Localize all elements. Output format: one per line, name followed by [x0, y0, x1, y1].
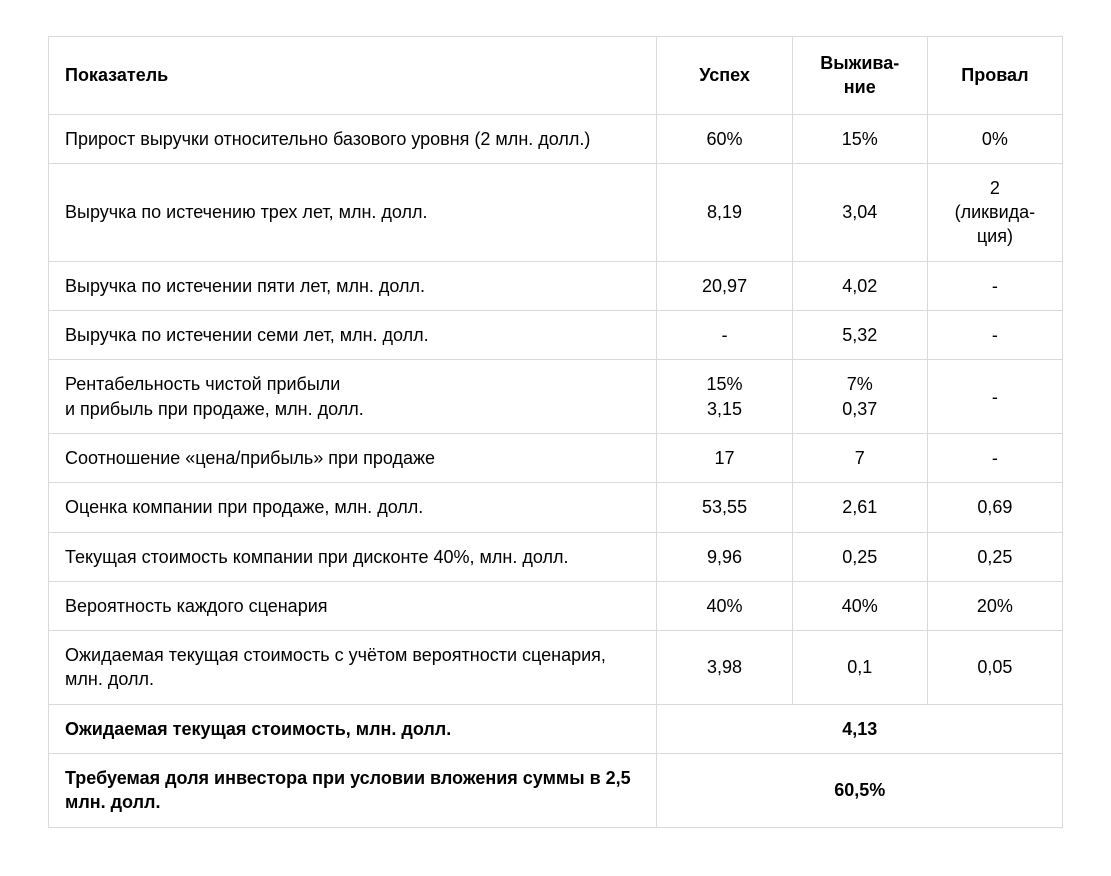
- cell-survival: 7: [792, 433, 927, 482]
- cell-success: 20,97: [657, 261, 792, 310]
- summary-label: Ожидаемая текущая стоимость, млн. долл.: [49, 704, 657, 753]
- cell-success: 60%: [657, 114, 792, 163]
- cell-failure: 2 (ликвида- ция): [927, 163, 1062, 261]
- cell-failure: 0,69: [927, 483, 1062, 532]
- row-label: Прирост выручки относительно базового ур…: [49, 114, 657, 163]
- table-row: Выручка по истечению трех лет, млн. долл…: [49, 163, 1063, 261]
- summary-label: Требуемая доля инвестора при условии вло…: [49, 754, 657, 828]
- row-label: Рентабельность чистой прибыли и прибыль …: [49, 360, 657, 434]
- table-row: Выручка по истечении семи лет, млн. долл…: [49, 311, 1063, 360]
- cell-survival: 40%: [792, 581, 927, 630]
- cell-survival: 0,1: [792, 631, 927, 705]
- cell-success: 53,55: [657, 483, 792, 532]
- table-row: Оценка компании при продаже, млн. долл.5…: [49, 483, 1063, 532]
- row-label: Выручка по истечении семи лет, млн. долл…: [49, 311, 657, 360]
- cell-survival: 2,61: [792, 483, 927, 532]
- header-survival: Выжива- ние: [792, 37, 927, 115]
- cell-survival: 15%: [792, 114, 927, 163]
- table-body: Прирост выручки относительно базового ур…: [49, 114, 1063, 827]
- row-label: Соотношение «цена/прибыль» при продаже: [49, 433, 657, 482]
- summary-value: 4,13: [657, 704, 1063, 753]
- table-row: Рентабельность чистой прибыли и прибыль …: [49, 360, 1063, 434]
- summary-row: Требуемая доля инвестора при условии вло…: [49, 754, 1063, 828]
- cell-failure: 20%: [927, 581, 1062, 630]
- table-row: Выручка по истечении пяти лет, млн. долл…: [49, 261, 1063, 310]
- table-row: Соотношение «цена/прибыль» при продаже17…: [49, 433, 1063, 482]
- header-indicator: Показатель: [49, 37, 657, 115]
- row-label: Оценка компании при продаже, млн. долл.: [49, 483, 657, 532]
- cell-failure: -: [927, 311, 1062, 360]
- row-label: Ожидаемая текущая стоимость с учётом вер…: [49, 631, 657, 705]
- financial-scenario-table: Показатель Успех Выжива- ние Провал Прир…: [48, 36, 1063, 828]
- cell-success: 15% 3,15: [657, 360, 792, 434]
- table-row: Вероятность каждого сценария40%40%20%: [49, 581, 1063, 630]
- table-row: Текущая стоимость компании при дисконте …: [49, 532, 1063, 581]
- table-row: Прирост выручки относительно базового ур…: [49, 114, 1063, 163]
- row-label: Вероятность каждого сценария: [49, 581, 657, 630]
- cell-success: 8,19: [657, 163, 792, 261]
- row-label: Выручка по истечении пяти лет, млн. долл…: [49, 261, 657, 310]
- cell-failure: -: [927, 261, 1062, 310]
- cell-success: 9,96: [657, 532, 792, 581]
- cell-survival: 0,25: [792, 532, 927, 581]
- cell-success: 40%: [657, 581, 792, 630]
- row-label: Текущая стоимость компании при дисконте …: [49, 532, 657, 581]
- summary-row: Ожидаемая текущая стоимость, млн. долл.4…: [49, 704, 1063, 753]
- table-row: Ожидаемая текущая стоимость с учётом вер…: [49, 631, 1063, 705]
- table-header-row: Показатель Успех Выжива- ние Провал: [49, 37, 1063, 115]
- cell-failure: 0,25: [927, 532, 1062, 581]
- cell-success: 17: [657, 433, 792, 482]
- cell-success: 3,98: [657, 631, 792, 705]
- header-success: Успех: [657, 37, 792, 115]
- header-failure: Провал: [927, 37, 1062, 115]
- cell-survival: 4,02: [792, 261, 927, 310]
- cell-failure: 0,05: [927, 631, 1062, 705]
- cell-failure: -: [927, 360, 1062, 434]
- cell-survival: 7% 0,37: [792, 360, 927, 434]
- cell-failure: -: [927, 433, 1062, 482]
- summary-value: 60,5%: [657, 754, 1063, 828]
- cell-failure: 0%: [927, 114, 1062, 163]
- cell-survival: 5,32: [792, 311, 927, 360]
- cell-survival: 3,04: [792, 163, 927, 261]
- cell-success: -: [657, 311, 792, 360]
- row-label: Выручка по истечению трех лет, млн. долл…: [49, 163, 657, 261]
